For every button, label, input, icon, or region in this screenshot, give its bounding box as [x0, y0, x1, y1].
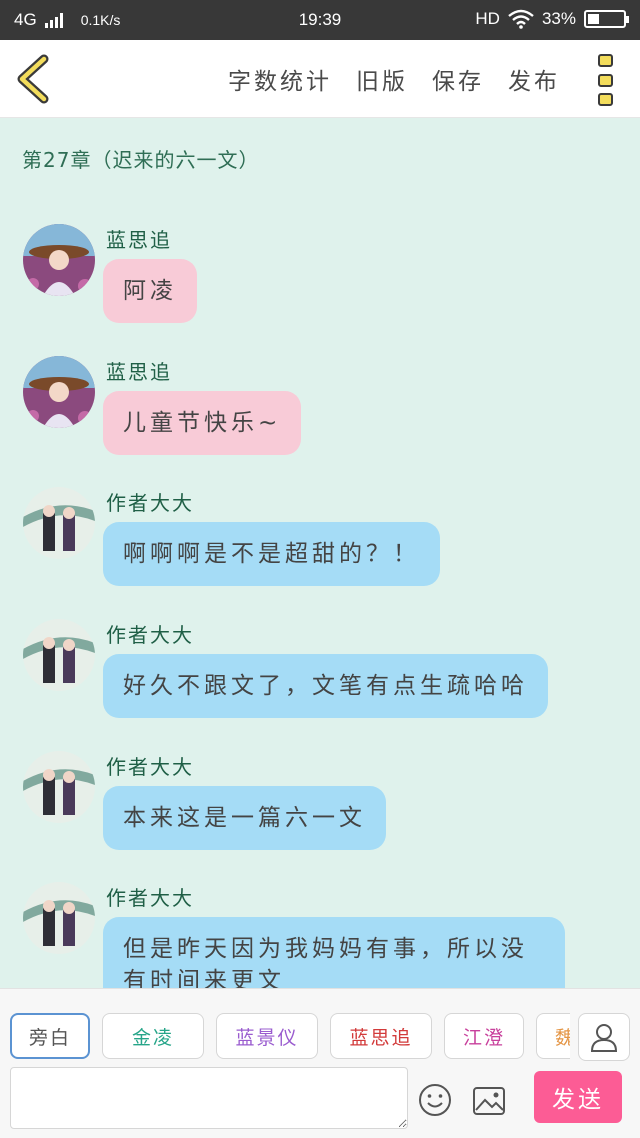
sender-name: 作者大大 — [106, 623, 194, 647]
person-icon — [590, 1024, 618, 1052]
author-avatar-image — [23, 751, 95, 823]
image-button[interactable] — [472, 1086, 506, 1116]
author-avatar-image — [23, 882, 95, 954]
sender-name: 蓝思追 — [106, 228, 172, 252]
role-selector: 旁白 金凌 蓝景仪 蓝思追 江澄 魏无 — [10, 1013, 570, 1061]
battery-icon — [584, 10, 629, 28]
author-avatar-image — [23, 487, 95, 559]
hd-indicator: HD — [475, 9, 500, 28]
role-tab-jin-ling[interactable]: 金凌 — [102, 1013, 204, 1059]
more-vertical-icon[interactable] — [598, 54, 616, 106]
old-version-button[interactable]: 旧版 — [356, 62, 408, 96]
sender-name: 蓝思追 — [106, 360, 172, 384]
avatar[interactable] — [23, 356, 95, 428]
chapter-title: 第27章（迟来的六一文） — [22, 148, 260, 172]
back-button[interactable] — [14, 54, 54, 104]
avatar[interactable] — [23, 224, 95, 296]
smiley-icon — [419, 1084, 451, 1116]
battery-percent: 33% — [541, 9, 576, 28]
role-tab-lan-sizhui[interactable]: 蓝思追 — [330, 1013, 432, 1059]
battery-level — [588, 14, 599, 24]
status-right: HD 33% — [475, 9, 629, 29]
role-tab-jiang-cheng[interactable]: 江澄 — [444, 1013, 524, 1059]
send-button[interactable]: 发送 — [534, 1071, 622, 1123]
publish-button[interactable]: 发布 — [508, 62, 560, 96]
toolbar-actions: 字数统计 旧版 保存 发布 — [228, 62, 560, 96]
status-bar: 4G 0.1K/s 19:39 HD 33% — [0, 0, 640, 40]
message-bubble[interactable]: 儿童节快乐~ — [103, 391, 302, 455]
message-bubble[interactable]: 但是昨天因为我妈妈有事，所以没有时间来更文 — [103, 917, 565, 988]
lan-sizhui-avatar-image — [23, 224, 95, 296]
author-avatar-image — [23, 619, 95, 691]
message-bubble[interactable]: 本来这是一篇六一文 — [103, 786, 386, 850]
editor-toolbar: 字数统计 旧版 保存 发布 — [0, 40, 640, 118]
compose-panel: 旁白 金凌 蓝景仪 蓝思追 江澄 魏无 发送 — [0, 988, 640, 1138]
message-input[interactable] — [10, 1067, 408, 1129]
avatar[interactable] — [23, 487, 95, 559]
avatar[interactable] — [23, 619, 95, 691]
wifi-icon — [508, 9, 534, 29]
sender-name: 作者大大 — [106, 755, 194, 779]
image-icon — [473, 1087, 505, 1115]
chevron-left-icon — [17, 54, 49, 104]
role-tab-lan-jingyi[interactable]: 蓝景仪 — [216, 1013, 318, 1059]
chat-area[interactable]: 第27章（迟来的六一文） 蓝思追 阿凌 蓝思追 儿童节快乐~ 作者大大 啊啊啊是… — [0, 118, 640, 988]
add-role-button[interactable] — [578, 1013, 630, 1061]
message-bubble[interactable]: 阿凌 — [103, 259, 197, 323]
lan-sizhui-avatar-image — [23, 356, 95, 428]
emoji-button[interactable] — [418, 1083, 452, 1117]
save-button[interactable]: 保存 — [432, 62, 484, 96]
sender-name: 作者大大 — [106, 886, 194, 910]
role-tab-wei-wuxian[interactable]: 魏无 — [536, 1013, 570, 1059]
word-count-button[interactable]: 字数统计 — [228, 62, 332, 96]
role-tab-narrator[interactable]: 旁白 — [10, 1013, 90, 1059]
message-bubble[interactable]: 好久不跟文了，文笔有点生疏哈哈 — [103, 654, 548, 718]
sender-name: 作者大大 — [106, 491, 194, 515]
avatar[interactable] — [23, 751, 95, 823]
avatar[interactable] — [23, 882, 95, 954]
message-bubble[interactable]: 啊啊啊是不是超甜的？！ — [103, 522, 440, 586]
